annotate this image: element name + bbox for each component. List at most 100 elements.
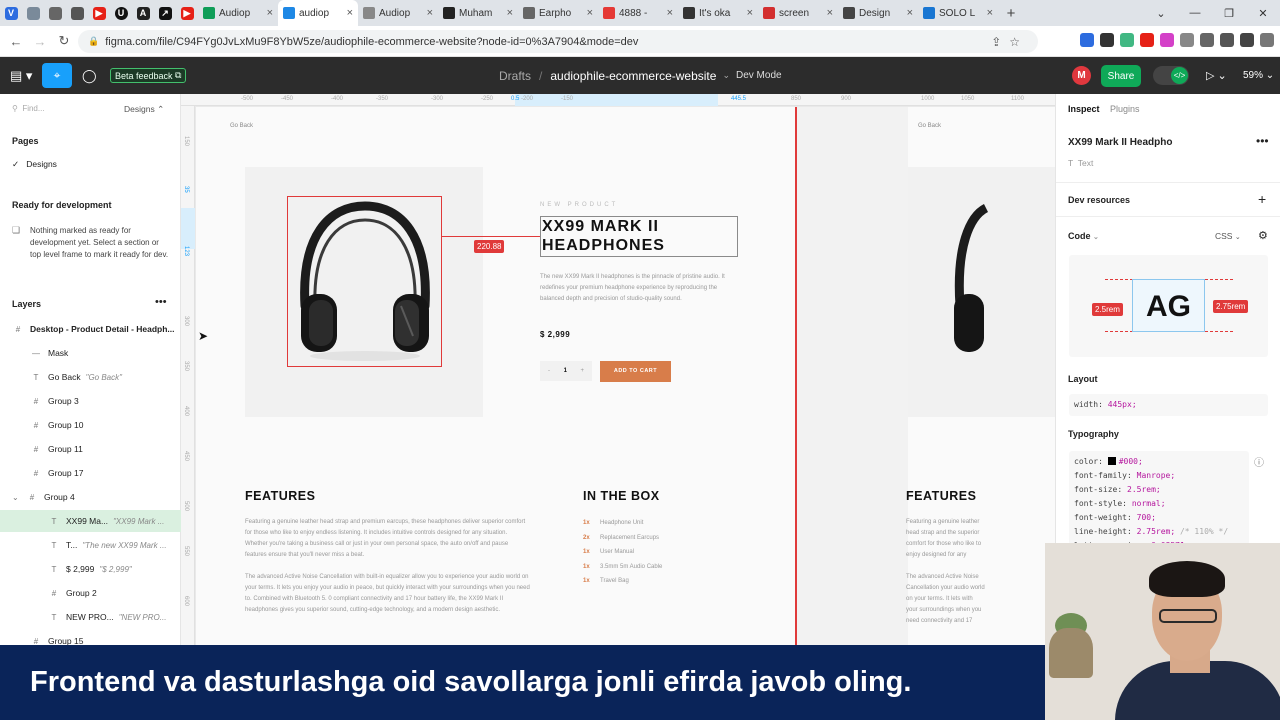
download-icon[interactable] bbox=[1220, 33, 1234, 47]
figma-menu-icon[interactable]: ▤ ▾ bbox=[10, 57, 32, 94]
browser-tab[interactable]: audiop × bbox=[278, 0, 358, 26]
avatar[interactable]: M bbox=[1072, 66, 1091, 85]
present-icon[interactable]: ▷ ⌄ bbox=[1206, 57, 1227, 94]
layer-row[interactable]: # Group 2 bbox=[0, 582, 181, 604]
comment-icon[interactable]: ◯ bbox=[82, 57, 97, 94]
extension-icon[interactable] bbox=[1160, 33, 1174, 47]
sidebar-icon[interactable] bbox=[1240, 33, 1254, 47]
designs-dropdown[interactable]: Designs ⌃ bbox=[124, 104, 164, 115]
close-tab-icon[interactable]: × bbox=[987, 7, 993, 19]
close-tab-icon[interactable]: × bbox=[507, 7, 513, 19]
pinned-tab-youtube-2[interactable]: ▶ bbox=[176, 0, 198, 26]
minimize-icon[interactable]: — bbox=[1178, 7, 1212, 19]
pinned-tab-u[interactable]: U bbox=[110, 0, 132, 26]
layer-row[interactable]: T NEW PRO... "NEW PRO... bbox=[0, 606, 181, 628]
crumb-file[interactable]: audiophile-ecommerce-website bbox=[550, 69, 716, 83]
layer-row[interactable]: T Go Back "Go Back" bbox=[0, 366, 181, 388]
quantity-stepper[interactable]: - 1 + bbox=[540, 361, 592, 381]
layer-row[interactable]: # Group 11 bbox=[0, 438, 181, 460]
browser-tab[interactable]: It's oka × bbox=[678, 0, 758, 26]
extension-icon[interactable] bbox=[1100, 33, 1114, 47]
crumb-team[interactable]: Drafts bbox=[499, 69, 531, 83]
close-window-icon[interactable]: ✕ bbox=[1246, 7, 1280, 20]
extension-icon[interactable] bbox=[1140, 33, 1154, 47]
layer-row[interactable]: # Group 10 bbox=[0, 414, 181, 436]
product-title[interactable]: XX99 MARK II HEADPHONES bbox=[540, 216, 738, 257]
zoom-level[interactable]: 59% ⌄ bbox=[1243, 57, 1274, 94]
extension-icon[interactable] bbox=[1180, 33, 1194, 47]
url-field[interactable]: 🔒 figma.com/file/C94FYg0JvLxMu9F8YbW5ze/… bbox=[78, 30, 1038, 53]
browser-tab[interactable]: screen × bbox=[758, 0, 838, 26]
go-back-link-2[interactable]: Go Back bbox=[918, 123, 941, 129]
layer-row[interactable]: ⌄ # Group 4 bbox=[0, 486, 181, 508]
share-button[interactable]: Share bbox=[1101, 65, 1141, 87]
close-tab-icon[interactable]: × bbox=[667, 7, 673, 19]
code-dropdown[interactable]: Code ⌄ bbox=[1068, 231, 1099, 241]
forward-icon[interactable]: → bbox=[28, 34, 52, 49]
close-tab-icon[interactable]: × bbox=[347, 7, 353, 19]
extension-icon[interactable] bbox=[1120, 33, 1134, 47]
chevron-down-icon[interactable]: ⌄ bbox=[12, 493, 26, 502]
layer-row[interactable]: T T... "The new XX99 Mark ... bbox=[0, 534, 181, 556]
close-tab-icon[interactable]: × bbox=[587, 7, 593, 19]
tab-plugins[interactable]: Plugins bbox=[1110, 104, 1140, 114]
qty-minus[interactable]: - bbox=[548, 368, 550, 374]
pinned-tab-a[interactable]: A bbox=[132, 0, 154, 26]
close-tab-icon[interactable]: × bbox=[747, 7, 753, 19]
layer-row[interactable]: T $ 2,999 "$ 2,999" bbox=[0, 558, 181, 580]
layout-code[interactable]: width: 445px; bbox=[1069, 394, 1268, 416]
dev-mode-toggle[interactable]: </> bbox=[1153, 66, 1189, 85]
tab-inspect[interactable]: Inspect bbox=[1068, 104, 1100, 114]
pinned-tab-gear[interactable] bbox=[44, 0, 66, 26]
browser-tab[interactable]: Audiop × bbox=[198, 0, 278, 26]
add-to-cart-button[interactable]: ADD TO CART bbox=[600, 361, 671, 382]
layer-row[interactable]: # Group 3 bbox=[0, 390, 181, 412]
pinned-tab-media[interactable] bbox=[66, 0, 88, 26]
layer-row[interactable]: — Mask bbox=[0, 342, 181, 364]
close-tab-icon[interactable]: × bbox=[427, 7, 433, 19]
share-star-icons[interactable]: ⇪☆ bbox=[991, 35, 1028, 49]
add-icon[interactable]: + bbox=[1258, 191, 1266, 207]
menu-dots-icon[interactable] bbox=[1260, 33, 1274, 47]
canvas[interactable]: -500 -450 -400 -350 -300 -250 -200 -150 0.5 445.5… bbox=[181, 94, 1055, 645]
layer-row[interactable]: # Desktop - Product Detail - Headph... bbox=[0, 318, 181, 340]
new-tab-button[interactable]: + bbox=[998, 5, 1024, 22]
typography-code[interactable]: color: #000; font-family: Manrope; font-si… bbox=[1069, 451, 1249, 545]
browser-tab[interactable]: Design × bbox=[838, 0, 918, 26]
back-icon[interactable]: ← bbox=[4, 34, 28, 49]
close-tab-icon[interactable]: × bbox=[827, 7, 833, 19]
page-item-designs[interactable]: ✓ Designs bbox=[12, 159, 57, 170]
qty-plus[interactable]: + bbox=[580, 368, 584, 374]
browser-tab[interactable]: Earpho × bbox=[518, 0, 598, 26]
vue-devtools-icon[interactable] bbox=[1080, 33, 1094, 47]
pinned-tab-vue[interactable]: V bbox=[0, 0, 22, 26]
puzzle-icon[interactable] bbox=[1200, 33, 1214, 47]
browser-tab[interactable]: 4888 - × bbox=[598, 0, 678, 26]
maximize-icon[interactable]: ❐ bbox=[1212, 7, 1246, 20]
layer-row[interactable]: # Group 17 bbox=[0, 462, 181, 484]
chevron-down-icon[interactable]: ⌄ bbox=[722, 70, 730, 81]
pinned-tab-arrow[interactable]: ↗ bbox=[154, 0, 176, 26]
more-icon[interactable]: ••• bbox=[155, 296, 167, 308]
browser-tab[interactable]: SOLO L × bbox=[918, 0, 998, 26]
close-tab-icon[interactable]: × bbox=[267, 7, 273, 19]
browser-tab[interactable]: Muham × bbox=[438, 0, 518, 26]
product-detail-frame-2[interactable]: Go Back FEATURES Featuring a genuine lea… bbox=[906, 107, 1055, 645]
browser-tab[interactable]: Audiop × bbox=[358, 0, 438, 26]
product-detail-frame[interactable]: Go Back 220.88 NEW PRODUCT XX99 MARK II … bbox=[196, 107, 796, 645]
pinned-tab-shield[interactable] bbox=[22, 0, 44, 26]
measure-line bbox=[442, 236, 540, 237]
move-tool-icon[interactable]: ⌖ bbox=[42, 63, 72, 88]
go-back-link[interactable]: Go Back bbox=[230, 123, 253, 129]
more-icon[interactable]: ••• bbox=[1256, 134, 1269, 148]
beta-feedback-button[interactable]: Beta feedback ⧉ bbox=[110, 68, 187, 83]
css-dropdown[interactable]: CSS ⌄ bbox=[1215, 231, 1241, 241]
find-field[interactable]: ⚲ Find... bbox=[12, 104, 45, 113]
layer-row[interactable]: T XX99 Ma... "XX99 Mark ... bbox=[0, 510, 181, 532]
settings-icon[interactable]: ⚙ bbox=[1258, 229, 1268, 242]
close-tab-icon[interactable]: × bbox=[907, 7, 913, 19]
tab-search-icon[interactable]: ⌄ bbox=[1144, 7, 1178, 20]
info-icon[interactable]: ⓘ bbox=[1254, 454, 1264, 469]
pinned-tab-youtube[interactable]: ▶ bbox=[88, 0, 110, 26]
reload-icon[interactable]: ↻ bbox=[52, 33, 76, 49]
